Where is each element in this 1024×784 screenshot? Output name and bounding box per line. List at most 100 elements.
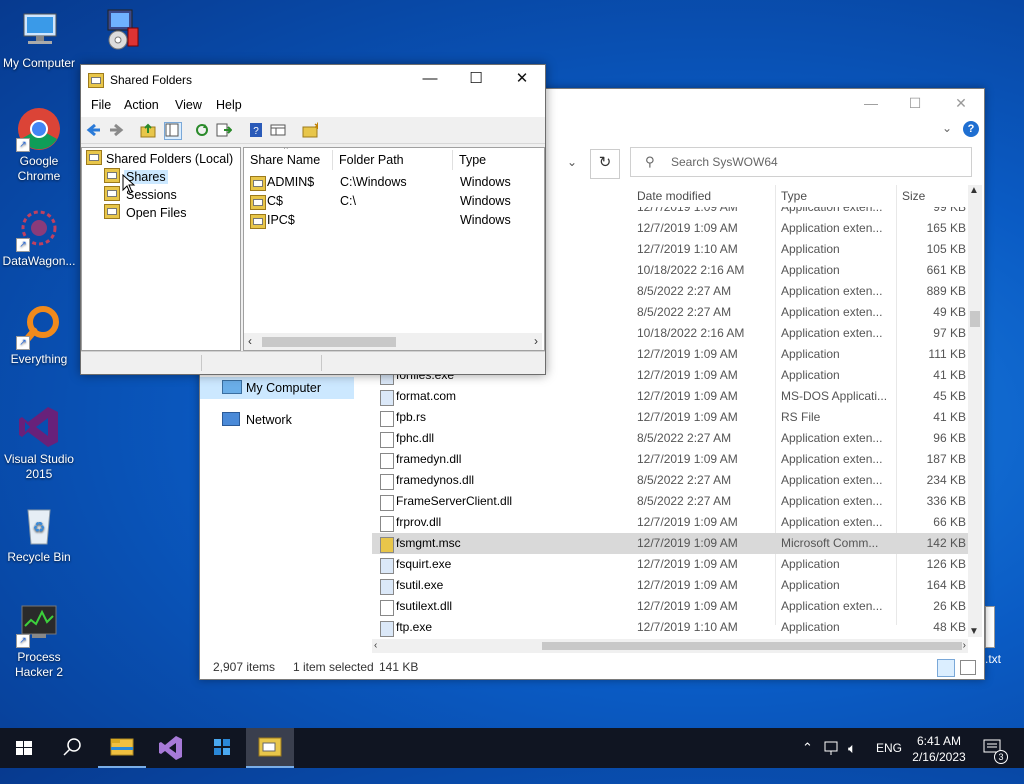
scroll-left-arrow-icon[interactable]: ‹: [248, 334, 252, 348]
file-type: Application exten...: [781, 284, 883, 298]
file-row[interactable]: FrameServerClient.dll 8/5/2022 2:27 AM App…: [372, 491, 968, 512]
file-row[interactable]: fsutilext.dll 12/7/2019 1:09 AM Applicatio…: [372, 596, 968, 617]
file-row[interactable]: framedynos.dll 8/5/2022 2:27 AM Applicatio…: [372, 470, 968, 491]
taskbar-shared-folders[interactable]: [246, 728, 294, 768]
file-row[interactable]: fsmgmt.msc 12/7/2019 1:09 AM Microsoft Com…: [372, 533, 968, 554]
taskbar-visual-studio[interactable]: [146, 728, 194, 768]
tree-item-sessions[interactable]: Sessions: [104, 186, 179, 204]
file-icon: [380, 474, 394, 490]
desktop-icon-my-computer[interactable]: My Computer: [0, 8, 78, 71]
scrollbar-thumb[interactable]: [262, 337, 396, 347]
close-button[interactable]: ✕: [499, 65, 545, 93]
network-status-icon[interactable]: [824, 728, 840, 768]
menu-action[interactable]: Action: [124, 98, 159, 112]
back-arrow-icon[interactable]: [86, 122, 102, 138]
share-row[interactable]: ADMIN$ C:\Windows Windows: [244, 173, 544, 192]
share-icon: [250, 176, 266, 191]
scroll-up-arrow-icon[interactable]: ▲: [969, 185, 979, 196]
details-view-icon[interactable]: [937, 659, 955, 677]
speaker-icon[interactable]: 🔈︎: [848, 728, 856, 768]
column-header-size[interactable]: Size: [902, 185, 925, 207]
close-button[interactable]: ✕: [938, 92, 984, 114]
search-button[interactable]: [48, 728, 96, 768]
horizontal-scrollbar[interactable]: ‹ ›: [244, 333, 542, 350]
search-input[interactable]: ⚲ Search SysWOW64: [630, 147, 972, 177]
up-folder-icon[interactable]: [140, 122, 156, 138]
desktop-icon-setup[interactable]: [80, 6, 158, 58]
notification-center-button[interactable]: 3: [982, 728, 1010, 768]
export-list-icon[interactable]: [216, 122, 233, 138]
column-header-type[interactable]: Type: [459, 150, 486, 170]
scroll-left-arrow-icon[interactable]: ‹: [374, 639, 377, 653]
vertical-scrollbar[interactable]: ▲ ▼: [968, 185, 982, 637]
column-header-type[interactable]: Type: [781, 185, 807, 207]
clock[interactable]: 6:41 AM 2/16/2023: [908, 728, 970, 768]
column-header-date[interactable]: Date modified: [637, 185, 711, 207]
scrollbar-thumb[interactable]: [542, 642, 962, 650]
file-date: 12/7/2019 1:10 AM: [637, 620, 738, 634]
refresh-icon[interactable]: [194, 122, 210, 138]
maximize-button[interactable]: ☐: [453, 65, 499, 93]
file-row[interactable]: fphc.dll 8/5/2022 2:27 AM Application exte…: [372, 428, 968, 449]
file-name: fphc.dll: [396, 431, 435, 445]
desktop-icon-process-hacker[interactable]: ↗ Process Hacker 2: [0, 602, 78, 680]
horizontal-scrollbar[interactable]: ‹ ›: [372, 639, 968, 653]
maximize-button[interactable]: ☐: [892, 92, 938, 114]
menu-help[interactable]: Help: [216, 98, 242, 112]
scroll-right-arrow-icon[interactable]: ›: [963, 639, 966, 653]
desktop-icon-google-chrome[interactable]: ↗ Google Chrome: [0, 106, 78, 184]
start-button[interactable]: [0, 728, 48, 768]
computer-icon: [16, 8, 62, 54]
file-size: 234 KB: [926, 473, 966, 487]
share-row[interactable]: C$ C:\ Windows: [244, 192, 544, 211]
scroll-right-arrow-icon[interactable]: ›: [534, 334, 538, 348]
file-type: Application exten...: [781, 599, 883, 613]
show-hidden-icons-button[interactable]: ⌃: [802, 728, 813, 768]
file-size: 96 KB: [933, 431, 966, 445]
nav-item-network[interactable]: Network: [200, 409, 354, 431]
menu-file[interactable]: File: [91, 98, 111, 112]
file-type: Application exten...: [781, 494, 883, 508]
menu-view[interactable]: View: [175, 98, 202, 112]
tree-item-open-files[interactable]: Open Files: [104, 204, 188, 222]
desktop-icon-recycle-bin[interactable]: ♻ Recycle Bin: [0, 502, 78, 565]
file-row[interactable]: frprov.dll 12/7/2019 1:09 AM Application e…: [372, 512, 968, 533]
tree-root-shared-folders[interactable]: Shared Folders (Local): [86, 150, 233, 168]
ribbon-expand-icon[interactable]: ⌄: [942, 121, 952, 135]
show-hide-tree-icon[interactable]: [164, 122, 182, 140]
desktop-file-partial[interactable]: .txt: [983, 606, 1013, 666]
file-row[interactable]: fsutil.exe 12/7/2019 1:09 AM Application 16…: [372, 575, 968, 596]
taskbar-datawagon[interactable]: [198, 728, 246, 768]
forward-arrow-icon[interactable]: [108, 122, 124, 138]
desktop-icon-everything[interactable]: ↗ Everything: [0, 304, 78, 367]
minimize-button[interactable]: —: [407, 65, 453, 93]
file-row[interactable]: framedyn.dll 12/7/2019 1:09 AM Application…: [372, 449, 968, 470]
help-icon[interactable]: ?: [963, 121, 979, 137]
desktop-icon-datawagon[interactable]: ↗ DataWagon...: [0, 206, 78, 269]
file-size: 111 KB: [928, 347, 966, 361]
column-header-folder-path[interactable]: Folder Path: [339, 150, 404, 170]
clock-time: 6:41 AM: [916, 734, 962, 748]
file-row[interactable]: format.com 12/7/2019 1:09 AM MS-DOS Applic…: [372, 386, 968, 407]
scrollbar-thumb[interactable]: [970, 311, 980, 327]
shortcut-arrow-icon: ↗: [16, 634, 30, 648]
nav-item-my-computer[interactable]: My Computer: [200, 377, 354, 399]
help-book-icon[interactable]: ?: [248, 122, 264, 138]
desktop-icon-visual-studio[interactable]: Visual Studio 2015: [0, 404, 78, 482]
file-row[interactable]: fpb.rs 12/7/2019 1:09 AM RS File 41 KB: [372, 407, 968, 428]
address-dropdown-button[interactable]: ⌄: [558, 149, 586, 175]
scroll-down-arrow-icon[interactable]: ▼: [969, 626, 979, 637]
minimize-button[interactable]: —: [848, 92, 894, 114]
taskbar-file-explorer[interactable]: [98, 728, 146, 768]
share-row[interactable]: IPC$ Windows: [244, 211, 544, 230]
file-row[interactable]: fsquirt.exe 12/7/2019 1:09 AM Application 1…: [372, 554, 968, 575]
column-separator: [332, 150, 333, 170]
properties-icon[interactable]: [270, 122, 286, 138]
new-share-icon[interactable]: ✱: [302, 121, 322, 138]
file-date: 10/18/2022 2:16 AM: [637, 263, 745, 277]
address-dropdown-icon[interactable]: [558, 59, 588, 83]
file-row[interactable]: ftp.exe 12/7/2019 1:10 AM Application 48 KB: [372, 617, 968, 638]
refresh-button[interactable]: ↻: [590, 149, 620, 179]
language-indicator[interactable]: ENG: [876, 728, 902, 768]
large-icons-view-icon[interactable]: [960, 660, 976, 675]
